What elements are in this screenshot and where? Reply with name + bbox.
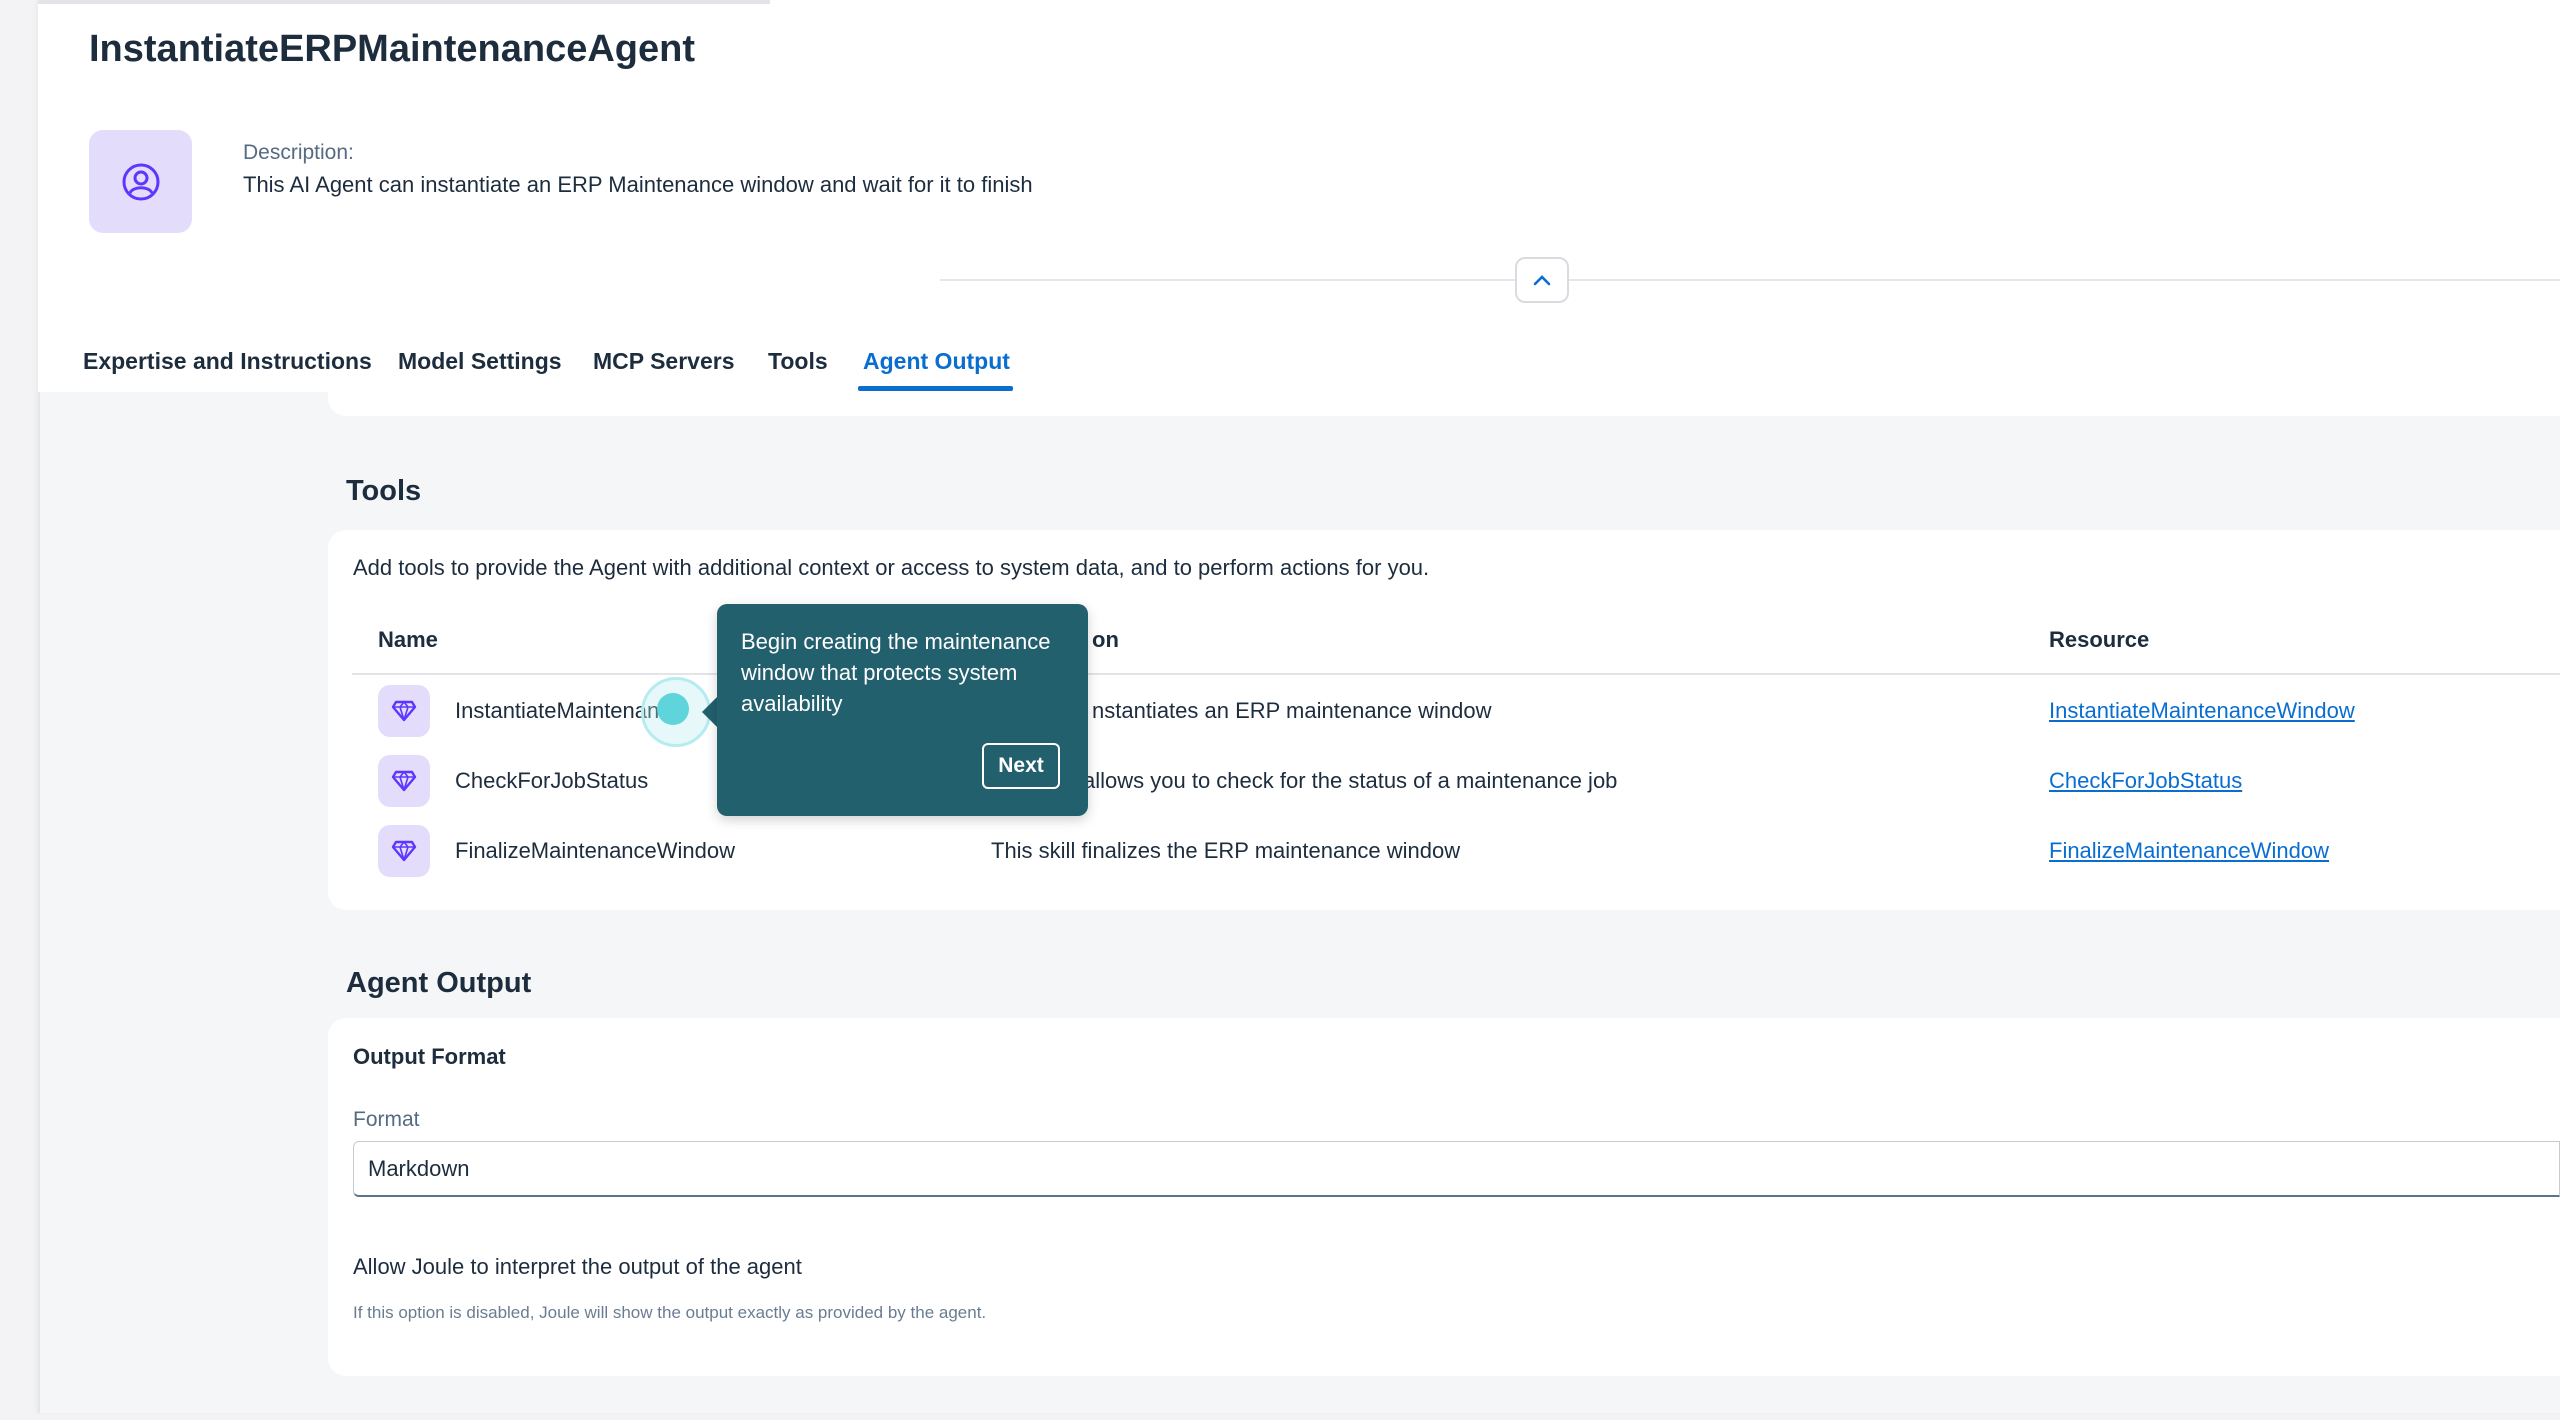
user-circle-icon [122,163,159,200]
tab-mcp-servers[interactable]: MCP Servers [593,348,735,375]
format-input[interactable]: Markdown [353,1141,2560,1197]
tool-icon [378,825,430,877]
top-edge-line [38,0,770,4]
column-header-name: Name [378,627,438,652]
table-header-divider [352,673,2560,675]
tab-expertise-and-instructions[interactable]: Expertise and Instructions [83,348,372,375]
collapse-header-button[interactable] [1515,257,1569,303]
tab-tools[interactable]: Tools [768,348,828,375]
table-row-description: nstantiates an ERP maintenance window [1092,698,1492,723]
resource-link[interactable]: InstantiateMaintenanceWindow [2049,698,2355,724]
tools-intro-text: Add tools to provide the Agent with addi… [353,555,1430,580]
content-top-strip [328,392,2560,416]
tab-model-settings[interactable]: Model Settings [398,348,562,375]
diamond-icon [391,840,417,862]
tooltip-pointer [702,696,718,728]
diamond-icon [391,700,417,722]
tool-icon [378,755,430,807]
active-tab-indicator [858,386,1013,391]
tool-icon [378,685,430,737]
column-header-resource: Resource [2049,627,2150,652]
tour-tooltip: Begin creating the maintenance window th… [717,604,1088,816]
next-button[interactable]: Next [982,743,1060,789]
format-value: Markdown [368,1155,470,1181]
chevron-up-icon [1533,275,1551,286]
description-label: Description: [243,141,354,164]
description-text: This AI Agent can instantiate an ERP Mai… [243,172,1033,197]
allow-joule-hint: If this option is disabled, Joule will s… [353,1303,987,1322]
agent-avatar [89,130,192,233]
table-row-name: CheckForJobStatus [455,768,649,793]
table-row-description: This skill finalizes the ERP maintenance… [991,838,1461,863]
tooltip-text: Begin creating the maintenance window th… [741,629,1051,716]
column-header-description: on [1092,627,1119,652]
resource-link[interactable]: CheckForJobStatus [2049,768,2242,794]
header-divider [940,279,2560,281]
page-title: InstantiateERPMaintenanceAgent [89,28,695,70]
tool-name: InstantiateMaintenan [455,698,660,723]
tools-section-title: Tools [346,475,422,507]
resource-link[interactable]: FinalizeMaintenanceWindow [2049,838,2329,864]
agent-output-section-title: Agent Output [346,967,532,999]
format-field-label: Format [353,1108,420,1131]
tour-hotspot-dot [657,693,689,725]
table-row-name: FinalizeMaintenanceWindow [455,838,736,863]
tab-agent-output[interactable]: Agent Output [863,348,1010,375]
output-format-heading: Output Format [353,1044,506,1069]
allow-joule-label: Allow Joule to interpret the output of t… [353,1254,802,1279]
diamond-icon [391,770,417,792]
table-row-description: allows you to check for the status of a … [1083,768,1618,793]
